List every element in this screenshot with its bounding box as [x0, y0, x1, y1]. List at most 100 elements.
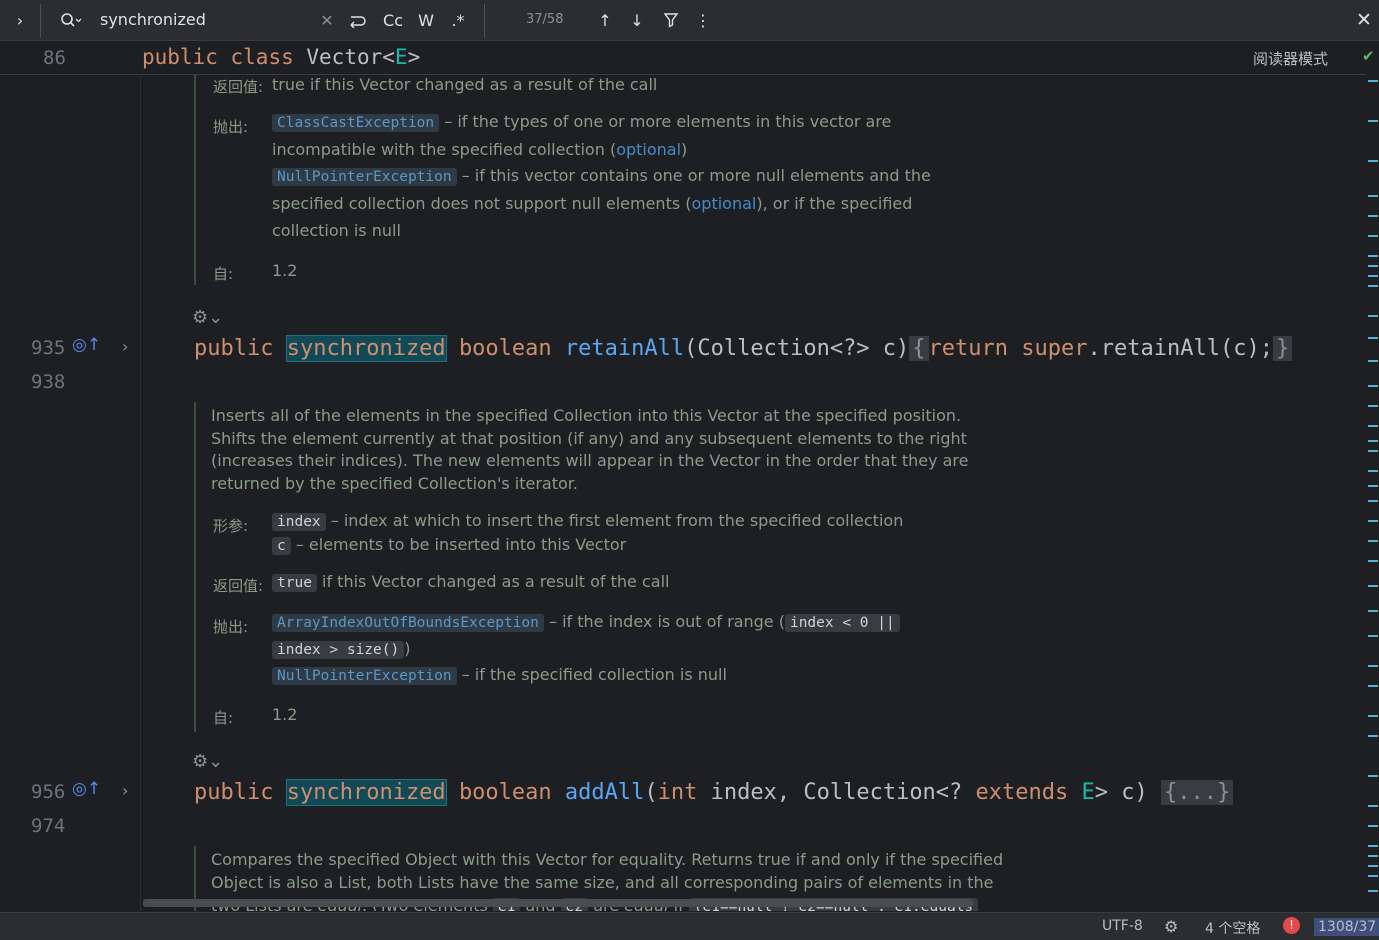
- match-marker[interactable]: [1368, 440, 1378, 442]
- params-label: 形参:: [213, 517, 249, 535]
- match-marker[interactable]: [1368, 120, 1378, 122]
- match-marker[interactable]: [1368, 315, 1378, 317]
- match-marker[interactable]: [1368, 635, 1378, 637]
- filter-icon[interactable]: [660, 0, 682, 40]
- match-marker[interactable]: [1368, 160, 1378, 162]
- expand-chevron-icon[interactable]: ›: [122, 781, 128, 800]
- javadoc-block: [194, 402, 196, 732]
- match-case-toggle[interactable]: Cc: [380, 0, 406, 40]
- words-toggle[interactable]: W: [414, 0, 438, 40]
- match-marker[interactable]: [1368, 735, 1378, 737]
- text: – if the index is out of range (: [543, 612, 785, 631]
- cursor-position[interactable]: 1308/37: [1314, 918, 1379, 936]
- wrap-icon[interactable]: [346, 0, 368, 40]
- optional-link[interactable]: optional: [616, 140, 681, 159]
- match-marker[interactable]: [1368, 805, 1378, 807]
- doc-line: returned by the specified Collection's i…: [211, 474, 578, 493]
- match-marker[interactable]: [1368, 337, 1378, 339]
- line-number: 974: [31, 815, 66, 837]
- match-marker[interactable]: [1368, 585, 1378, 587]
- param-entry: c – elements to be inserted into this Ve…: [272, 535, 626, 555]
- sticky-class-header: 86 public class Vector<E> 阅读器模式 ✔: [0, 41, 1375, 75]
- punct: >: [407, 45, 421, 69]
- expand-chevron-icon[interactable]: ›: [122, 337, 128, 356]
- override-icon[interactable]: ◎↑: [72, 335, 101, 355]
- match-marker[interactable]: [1368, 665, 1378, 667]
- match-marker[interactable]: [1368, 275, 1378, 277]
- match-marker[interactable]: [1368, 845, 1378, 847]
- more-icon[interactable]: ⋮: [694, 0, 712, 40]
- method-retainAll[interactable]: public synchronized boolean retainAll(Co…: [194, 335, 1293, 362]
- brace: {: [909, 336, 929, 361]
- match-marker[interactable]: [1368, 80, 1378, 82]
- expand-replace-chevron-icon[interactable]: ›: [8, 0, 32, 40]
- text: – if the types of one or more elements i…: [439, 112, 892, 131]
- throws-entry: NullPointerException – if the specified …: [272, 665, 727, 685]
- regex-toggle[interactable]: .*: [446, 0, 470, 40]
- keyword: class: [230, 45, 294, 69]
- reader-mode-button[interactable]: 阅读器模式: [1253, 48, 1328, 69]
- exception-link[interactable]: ClassCastException: [272, 114, 440, 132]
- override-icon[interactable]: ◎↑: [72, 779, 101, 799]
- class-declaration[interactable]: public class Vector<E>: [142, 45, 420, 69]
- match-marker[interactable]: [1368, 865, 1378, 867]
- match-marker[interactable]: [1368, 540, 1378, 542]
- ai-assistant-icon[interactable]: ⚙⌄: [192, 307, 223, 328]
- close-icon[interactable]: ✕: [1352, 0, 1376, 40]
- match-marker[interactable]: [1368, 560, 1378, 562]
- search-input[interactable]: synchronized: [100, 10, 206, 29]
- search-icon[interactable]: [58, 0, 84, 40]
- match-marker[interactable]: [1368, 385, 1378, 387]
- exception-link[interactable]: NullPointerException: [272, 667, 457, 685]
- match-marker[interactable]: [1368, 520, 1378, 522]
- folded-body[interactable]: {...}: [1161, 780, 1234, 805]
- throws-entry-cont: specified collection does not support nu…: [272, 194, 912, 213]
- throws-entry: ArrayIndexOutOfBoundsException – if the …: [272, 612, 900, 632]
- match-marker[interactable]: [1368, 825, 1378, 827]
- match-marker[interactable]: [1368, 485, 1378, 487]
- match-marker[interactable]: [1368, 875, 1378, 877]
- keyword: public: [194, 336, 274, 361]
- ai-assistant-icon[interactable]: ⚙: [1164, 917, 1178, 936]
- match-marker[interactable]: [1368, 195, 1378, 197]
- text: if this Vector changed as a result of th…: [316, 572, 670, 591]
- match-marker[interactable]: [1368, 855, 1378, 857]
- since-label: 自:: [213, 709, 234, 727]
- match-marker[interactable]: [1368, 715, 1378, 717]
- match-marker[interactable]: [1368, 405, 1378, 407]
- match-marker[interactable]: [1368, 685, 1378, 687]
- scrollbar-markers[interactable]: [1366, 75, 1379, 911]
- match-marker[interactable]: [1368, 360, 1378, 362]
- search-match: synchronized: [285, 335, 447, 362]
- match-marker[interactable]: [1368, 500, 1378, 502]
- check-icon[interactable]: ✔: [1362, 47, 1375, 65]
- match-marker[interactable]: [1368, 425, 1378, 427]
- match-marker[interactable]: [1368, 775, 1378, 777]
- code: .retainAll(c);: [1087, 336, 1273, 361]
- keyword: super: [1021, 336, 1088, 361]
- method-addAll[interactable]: public synchronized boolean addAll(int i…: [194, 779, 1234, 806]
- ai-assistant-icon[interactable]: ⚙⌄: [192, 751, 223, 772]
- match-marker[interactable]: [1368, 285, 1378, 287]
- match-marker[interactable]: [1368, 890, 1378, 892]
- match-marker[interactable]: [1368, 610, 1378, 612]
- clear-search-close-icon[interactable]: ✕: [318, 0, 336, 40]
- match-marker[interactable]: [1368, 450, 1378, 452]
- keyword: int: [657, 780, 698, 805]
- encoding[interactable]: UTF-8: [1102, 918, 1143, 934]
- match-marker[interactable]: [1368, 265, 1378, 267]
- exception-link[interactable]: NullPointerException: [272, 168, 457, 186]
- match-marker[interactable]: [1368, 235, 1378, 237]
- horizontal-scrollbar[interactable]: [143, 899, 973, 907]
- match-marker[interactable]: [1368, 470, 1378, 472]
- match-marker[interactable]: [1368, 255, 1378, 257]
- exception-link[interactable]: ArrayIndexOutOfBoundsException: [272, 614, 544, 632]
- indent-setting[interactable]: 4 个空格: [1205, 918, 1260, 938]
- arrow-down-icon[interactable]: ↓: [626, 0, 648, 40]
- match-marker[interactable]: [1368, 215, 1378, 217]
- type-param: E: [394, 45, 408, 69]
- throws-label: 抛出:: [213, 618, 249, 636]
- arrow-up-icon[interactable]: ↑: [594, 0, 616, 40]
- optional-link[interactable]: optional: [692, 194, 757, 213]
- error-icon[interactable]: !: [1283, 917, 1300, 934]
